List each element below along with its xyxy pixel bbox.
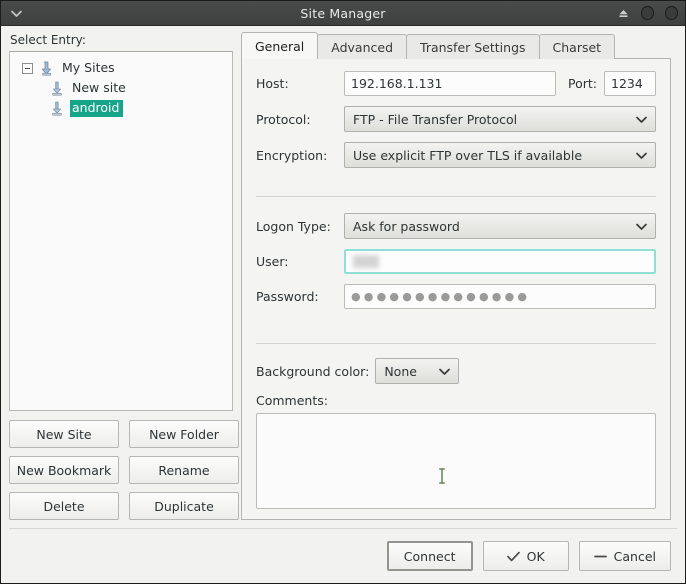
title-bar[interactable]: Site Manager — [1, 1, 685, 26]
dialog-action-bar: Connect OK Cancel — [1, 529, 685, 583]
user-row: User: — [256, 249, 656, 274]
divider-logon — [256, 196, 656, 197]
tree-item-new-site[interactable]: New site — [12, 78, 230, 98]
tree-item-label-selected: android — [70, 99, 124, 117]
minus-icon — [593, 551, 607, 562]
site-tree[interactable]: My Sites New site android — [9, 51, 233, 411]
background-color-row: Background color: None — [256, 358, 656, 384]
encryption-dropdown[interactable]: Use explicit FTP over TLS if available — [344, 142, 656, 168]
logon-type-dropdown[interactable]: Ask for password — [344, 213, 656, 239]
tree-item-my-sites[interactable]: My Sites — [12, 58, 230, 78]
window-title: Site Manager — [300, 5, 386, 21]
rename-button[interactable]: Rename — [129, 456, 239, 484]
background-color-value: None — [384, 363, 417, 379]
host-input[interactable]: 192.168.1.131 — [344, 71, 556, 96]
close-button[interactable] — [664, 6, 679, 21]
tab-transfer-settings[interactable]: Transfer Settings — [406, 34, 540, 59]
password-label: Password: — [256, 289, 319, 304]
tab-charset[interactable]: Charset — [538, 34, 616, 59]
site-icon — [50, 81, 64, 96]
left-pane: Select Entry: My Sites New site android … — [1, 26, 241, 528]
site-icon — [50, 101, 64, 116]
connect-button[interactable]: Connect — [386, 541, 473, 571]
encryption-value: Use explicit FTP over TLS if available — [353, 147, 583, 163]
right-pane: General Advanced Transfer Settings Chars… — [241, 26, 685, 528]
check-icon — [506, 551, 520, 562]
tab-advanced[interactable]: Advanced — [317, 34, 408, 59]
dialog-body: Select Entry: My Sites New site android … — [1, 26, 685, 528]
chevron-down-icon — [438, 368, 450, 375]
new-bookmark-button[interactable]: New Bookmark — [9, 456, 119, 484]
window-controls — [616, 6, 679, 21]
divider-appearance — [256, 343, 656, 344]
comments-label: Comments: — [256, 393, 328, 408]
cancel-button[interactable]: Cancel — [578, 541, 671, 571]
protocol-label: Protocol: — [256, 111, 311, 127]
my-sites-icon — [40, 61, 54, 76]
port-input[interactable]: 1234 — [604, 71, 656, 96]
host-row: Host: 192.168.1.131 Port: 1234 — [256, 71, 656, 96]
comments-textarea[interactable] — [256, 413, 656, 509]
new-folder-button[interactable]: New Folder — [129, 420, 239, 448]
select-entry-label: Select Entry: — [10, 33, 86, 47]
protocol-row: Protocol: FTP - File Transfer Protocol — [256, 106, 656, 132]
chevron-down-icon — [635, 116, 647, 123]
eject-icon[interactable] — [616, 6, 631, 21]
user-label: User: — [256, 254, 289, 269]
chevron-down-icon — [635, 152, 647, 159]
encryption-row: Encryption: Use explicit FTP over TLS if… — [256, 142, 656, 168]
new-site-button[interactable]: New Site — [9, 420, 119, 448]
tab-general[interactable]: General — [241, 32, 319, 59]
redacted-username — [353, 255, 379, 268]
duplicate-button[interactable]: Duplicate — [129, 492, 239, 520]
tree-item-label: My Sites — [62, 59, 115, 75]
password-row: Password: ●●●●●●●●●●●●●● — [256, 284, 656, 309]
tree-item-label: New site — [72, 79, 126, 95]
password-input[interactable]: ●●●●●●●●●●●●●● — [344, 284, 656, 309]
general-tab-panel: Host: 192.168.1.131 Port: 1234 Protocol:… — [241, 58, 671, 520]
site-manager-dialog: Site Manager Select Entry: My Sites New … — [0, 0, 686, 584]
password-value: ●●●●●●●●●●●●●● — [351, 290, 531, 303]
connect-button-label: Connect — [403, 548, 456, 564]
logon-type-label: Logon Type: — [256, 218, 331, 234]
host-label: Host: — [256, 76, 289, 91]
ok-button-label: OK — [526, 548, 545, 564]
tree-item-android[interactable]: android — [12, 98, 230, 118]
collapse-expander-icon[interactable] — [22, 62, 33, 74]
user-input[interactable] — [344, 249, 656, 274]
background-color-label: Background color: — [256, 363, 370, 379]
chevron-down-icon[interactable] — [9, 6, 23, 20]
ok-button[interactable]: OK — [482, 541, 569, 571]
protocol-value: FTP - File Transfer Protocol — [353, 111, 518, 127]
logon-type-row: Logon Type: Ask for password — [256, 213, 656, 239]
cancel-button-label: Cancel — [613, 548, 656, 564]
tree-action-buttons: New Site New Folder New Bookmark Rename … — [9, 420, 239, 520]
chevron-down-icon — [635, 223, 647, 230]
port-label: Port: — [568, 76, 597, 91]
encryption-label: Encryption: — [256, 147, 328, 163]
background-color-dropdown[interactable]: None — [375, 358, 460, 384]
logon-type-value: Ask for password — [353, 218, 460, 234]
delete-button[interactable]: Delete — [9, 492, 119, 520]
protocol-dropdown[interactable]: FTP - File Transfer Protocol — [344, 106, 656, 132]
tab-bar: General Advanced Transfer Settings Chars… — [241, 32, 671, 59]
maximize-button[interactable] — [640, 6, 655, 21]
